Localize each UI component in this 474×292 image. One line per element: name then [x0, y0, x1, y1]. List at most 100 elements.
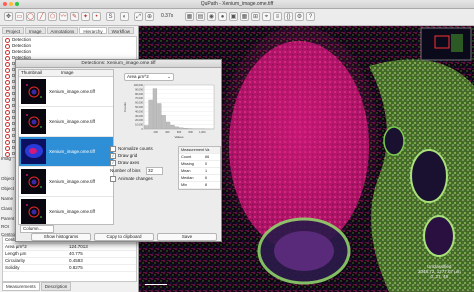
checkbox-icon: [110, 146, 116, 152]
save-button[interactable]: Save: [157, 233, 217, 241]
script-icon[interactable]: {}: [284, 12, 293, 21]
copy-to-clipboard-button[interactable]: Copy to clipboard: [94, 233, 154, 241]
y-tick-label: 80,000: [135, 92, 143, 96]
image-name: Xenium_image.ome.tiff: [49, 209, 95, 214]
log-icon[interactable]: ≡: [273, 12, 282, 21]
zoom-level: 0.37x: [161, 13, 174, 19]
pixel-classification-icon[interactable]: ⊞: [251, 12, 260, 21]
table-row[interactable]: Xenium_image.ome.tiff: [19, 107, 113, 137]
overlay-line: 0, 27, 49: [430, 274, 449, 279]
show-histograms-button[interactable]: Show histograms: [31, 233, 91, 241]
grid-icon[interactable]: ▦: [240, 12, 249, 21]
statistics-table: Measurement Va Count 66 Missing 0 Mean 1 Media…: [178, 146, 221, 190]
histogram-bar: [187, 128, 193, 130]
tab-description[interactable]: Description: [40, 282, 72, 291]
animate-label: Animate changes: [118, 176, 153, 182]
stat-value: 1: [205, 189, 207, 190]
side-label: Object: [1, 176, 15, 181]
tab-hierarchy[interactable]: Hierarchy: [79, 27, 107, 34]
stat-key: Max: [181, 189, 188, 190]
animate-changes-checkbox[interactable]: Animate changes: [110, 176, 153, 182]
column-select[interactable]: Column...: [20, 225, 54, 233]
detections-table[interactable]: Thumbnail Image Xenium_image.ome.tiff Xen…: [18, 69, 114, 225]
measurement-table: Centroid Y µm4.7668Area µm^2124.7013Leng…: [2, 236, 137, 282]
tab-workflow[interactable]: Workflow: [107, 27, 134, 34]
tab-project[interactable]: Project: [2, 27, 25, 34]
show-annotations-icon[interactable]: ▦: [185, 12, 194, 21]
fill-detections-icon[interactable]: ●: [218, 12, 227, 21]
rectangle-tool-icon[interactable]: ▭: [15, 12, 24, 21]
cursor-location-icon[interactable]: ⌖: [262, 12, 271, 21]
property-value: 0.4583: [69, 258, 83, 263]
x-tick-label: 600: [177, 130, 182, 134]
tab-annotations[interactable]: Annotations: [46, 27, 79, 34]
property-key: Circularity: [5, 258, 26, 263]
image-name: Xenium_image.ome.tiff: [49, 179, 95, 184]
bins-input[interactable]: 32: [146, 167, 163, 175]
draw-axes-checkbox[interactable]: ✓ Draw axes: [110, 160, 139, 166]
y-tick-label: 30,000: [135, 114, 143, 118]
normalize-counts-checkbox[interactable]: Normalize counts: [110, 146, 153, 152]
polyline-tool-icon[interactable]: 〰: [59, 12, 68, 21]
table-row: Min 8: [179, 182, 220, 189]
tab-image[interactable]: Image: [25, 27, 46, 34]
property-value: 0.8275: [69, 265, 83, 270]
draw-grid-label: Draw grid: [118, 153, 138, 159]
ellipse-tool-icon[interactable]: ◯: [26, 12, 35, 21]
histogram-bar: [174, 126, 179, 130]
column-header-thumbnail[interactable]: Thumbnail: [21, 70, 42, 76]
side-label: ROI: [1, 224, 10, 229]
histogram-bar: [161, 115, 166, 130]
image-name: Xenium_image.ome.tiff: [49, 89, 95, 94]
show-detections-icon[interactable]: ◉: [207, 12, 216, 21]
wand-tool-icon[interactable]: ✦: [81, 12, 90, 21]
y-tick-label: 70,000: [135, 96, 143, 100]
property-value: 124.7013: [69, 244, 88, 249]
column-header-image[interactable]: Image: [61, 70, 74, 76]
table-row: Missing 0: [179, 161, 220, 168]
points-tool-icon[interactable]: •: [92, 12, 101, 21]
histogram-bar: [183, 128, 188, 130]
draw-axes-label: Draw axes: [118, 160, 140, 166]
y-tick-label: 10,000: [135, 123, 143, 127]
draw-grid-checkbox[interactable]: ✓ Draw grid: [110, 153, 137, 159]
cursor-info-overlay: Unclassified 2048.72, 1277.07 µm 0, 27, …: [418, 264, 461, 279]
table-row[interactable]: Xenium_image.ome.tiff: [19, 137, 113, 167]
y-tick-label: 100,000: [134, 83, 144, 87]
help-icon[interactable]: ?: [306, 12, 315, 21]
detection-thumbnail: [21, 109, 46, 134]
checkmark-icon: ✓: [110, 153, 116, 159]
measurement-select[interactable]: Area µm^2 ⌄: [124, 73, 174, 81]
move-tool-icon[interactable]: ✥: [4, 12, 13, 21]
stat-value: 8: [205, 183, 208, 187]
selection-mode-icon[interactable]: S: [106, 12, 115, 21]
table-row[interactable]: Xenium_image.ome.tiff: [19, 77, 113, 107]
table-row[interactable]: Xenium_image.ome.tiff: [19, 167, 113, 197]
tab-measurements[interactable]: Measurements: [2, 282, 40, 291]
fill-annotations-icon[interactable]: ▤: [196, 12, 205, 21]
bins-label: Number of bins: [110, 168, 141, 173]
fit-view-icon[interactable]: ⤢: [134, 12, 143, 21]
brightness-contrast-icon[interactable]: ◐: [120, 12, 129, 21]
stat-key: Count: [181, 155, 192, 159]
x-tick-label: 200: [154, 130, 159, 134]
scale-bar: [145, 284, 167, 285]
image-name: Xenium_image.ome.tiff: [49, 149, 95, 154]
checkmark-icon: ✓: [110, 160, 116, 166]
overview-thumbnail: [420, 27, 472, 61]
x-axis-label: Values: [175, 135, 184, 139]
overview-icon[interactable]: ▣: [229, 12, 238, 21]
line-tool-icon[interactable]: ╱: [37, 12, 46, 21]
histogram-bar: [179, 127, 184, 130]
stat-key: Mean: [181, 169, 191, 173]
polygon-tool-icon[interactable]: ⬠: [48, 12, 57, 21]
list-item-label: Detection: [12, 49, 32, 54]
table-row[interactable]: Xenium_image.ome.tiff: [19, 197, 113, 224]
detection-thumbnail: [21, 169, 46, 194]
stat-key: Median: [181, 176, 194, 180]
zoom-icon[interactable]: ⊕: [145, 12, 154, 21]
histogram-bar: [148, 99, 153, 130]
brush-tool-icon[interactable]: ✎: [70, 12, 79, 21]
window-title: QuPath - Xenium_image.ome.tiff: [200, 1, 274, 7]
settings-icon[interactable]: ⚙: [295, 12, 304, 21]
